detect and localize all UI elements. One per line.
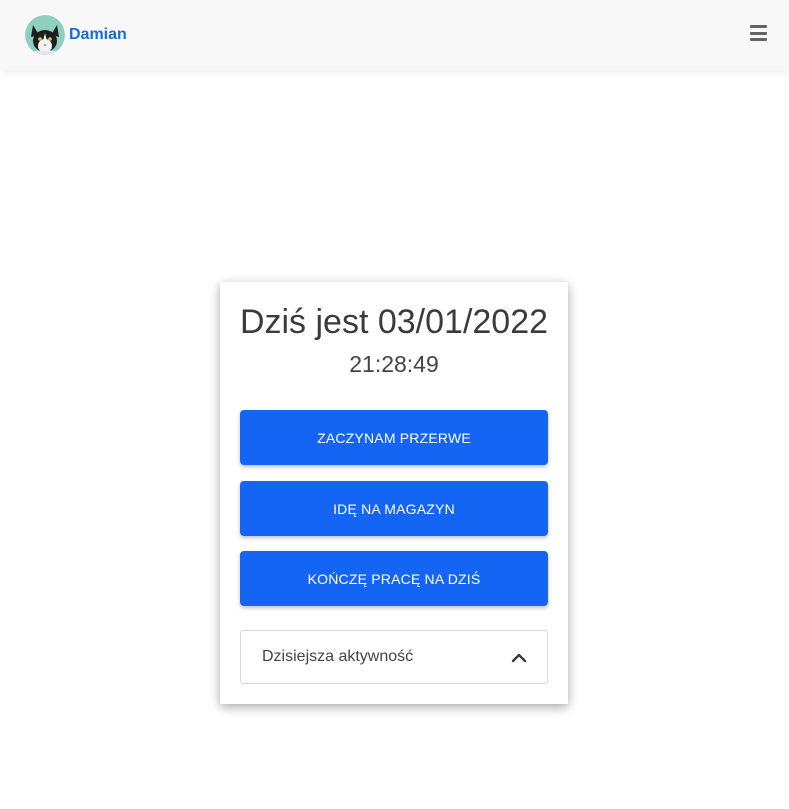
end-work-today-button[interactable]: KOŃCZĘ PRACĘ NA DZIŚ xyxy=(240,551,548,606)
menu-bar-line xyxy=(750,31,767,35)
hamburger-menu-icon[interactable] xyxy=(750,25,767,41)
cat-avatar-icon xyxy=(25,15,65,55)
accordion-label: Dzisiejsza aktywność xyxy=(262,648,414,665)
user-name: Damian xyxy=(69,26,127,43)
chevron-up-icon xyxy=(511,650,527,666)
current-time: 21:28:49 xyxy=(349,351,439,377)
work-status-card: Dziś jest 03/01/2022 21:28:49 ZACZYNAM P… xyxy=(220,282,568,704)
menu-bar-line xyxy=(750,38,767,41)
user-profile-link[interactable]: Damian xyxy=(25,15,127,55)
top-navbar: Damian xyxy=(0,0,789,70)
today-activity-accordion[interactable]: Dzisiejsza aktywność xyxy=(240,630,548,684)
date-heading: Dziś jest 03/01/2022 xyxy=(239,303,549,341)
go-to-warehouse-button[interactable]: IDĘ NA MAGAZYN xyxy=(240,481,548,536)
menu-bar-line xyxy=(750,25,767,28)
start-break-button[interactable]: ZACZYNAM PRZERWE xyxy=(240,410,548,465)
